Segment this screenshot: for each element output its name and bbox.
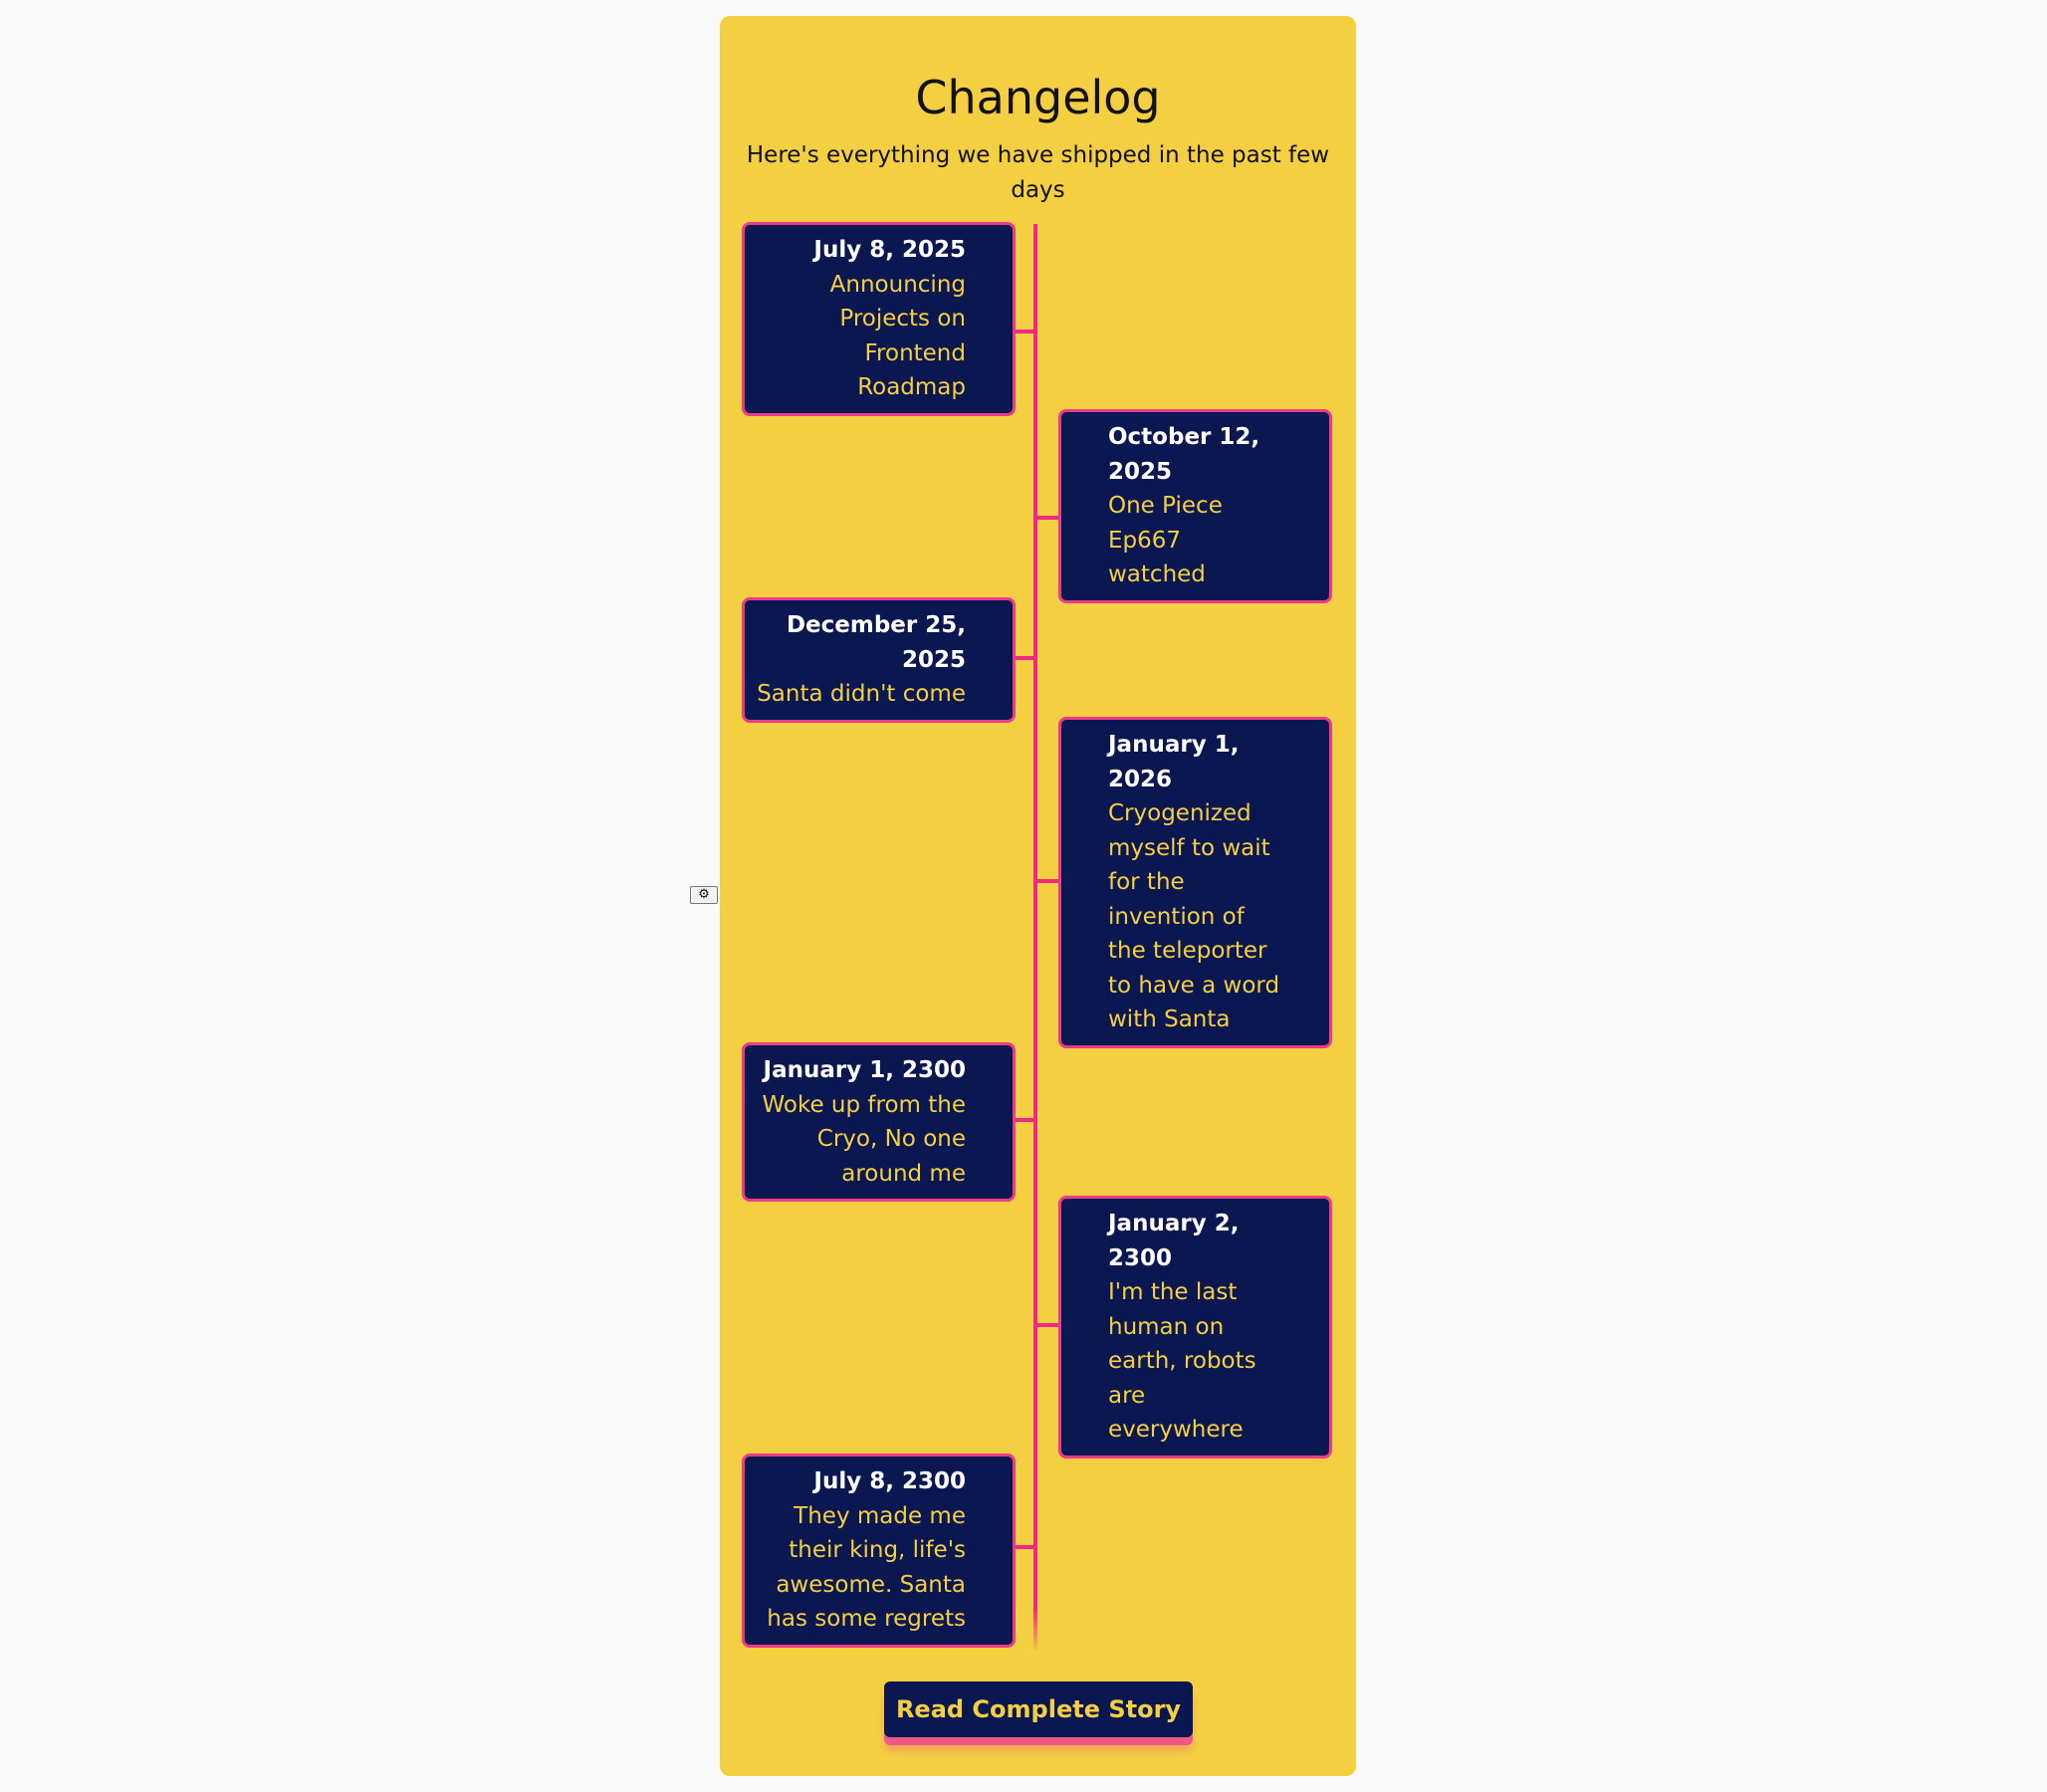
entry-date: October 12, 2025	[1108, 424, 1260, 485]
entry-date: July 8, 2300	[813, 1468, 966, 1494]
gear-icon[interactable]: ⚙	[690, 886, 718, 904]
read-story-button-wrap: Read Complete Story	[884, 1681, 1193, 1743]
timeline-entry: July 8, 2025 Announcing Projects on Fron…	[742, 222, 1016, 416]
timeline-entry: January 1, 2300 Woke up from the Cryo, N…	[742, 1042, 1016, 1202]
entry-date: January 1, 2026	[1108, 732, 1240, 792]
entry-date: December 25, 2025	[786, 612, 966, 673]
entry-date: January 1, 2300	[763, 1057, 966, 1083]
page-subtitle: Here's everything we have shipped in the…	[746, 142, 1330, 203]
read-complete-story-button[interactable]: Read Complete Story	[884, 1681, 1193, 1737]
entry-text: Announcing Projects on Frontend Roadmap	[829, 271, 966, 401]
timeline-entry: December 25, 2025 Santa didn't come	[742, 597, 1016, 723]
entry-date: January 2, 2300	[1108, 1211, 1240, 1271]
entry-text: One Piece Ep667 watched	[1108, 493, 1223, 587]
timeline-entry: July 8, 2300 They made me their king, li…	[742, 1454, 1016, 1648]
entry-text: Cryogenized myself to wait for the inven…	[1108, 800, 1280, 1032]
timeline-entry: October 12, 2025 One Piece Ep667 watched	[1058, 409, 1332, 603]
timeline-connector	[1013, 656, 1036, 660]
page-title: Changelog	[915, 71, 1161, 124]
entry-text: Santa didn't come	[757, 681, 966, 707]
timeline-connector	[1013, 330, 1036, 334]
timeline-connector	[1013, 1118, 1036, 1122]
timeline-line	[1033, 224, 1037, 1653]
timeline-entry: January 1, 2026 Cryogenized myself to wa…	[1058, 717, 1332, 1048]
entry-text: Woke up from the Cryo, No one around me	[762, 1091, 967, 1187]
changelog-card: Changelog Here's everything we have ship…	[720, 16, 1356, 1776]
timeline-entry: January 2, 2300 I'm the last human on ea…	[1058, 1196, 1332, 1458]
entry-date: July 8, 2025	[813, 237, 966, 263]
timeline-connector	[1013, 1545, 1036, 1549]
entry-text: I'm the last human on earth, robots are …	[1108, 1279, 1256, 1443]
entry-text: They made me their king, life's awesome.…	[767, 1502, 966, 1633]
